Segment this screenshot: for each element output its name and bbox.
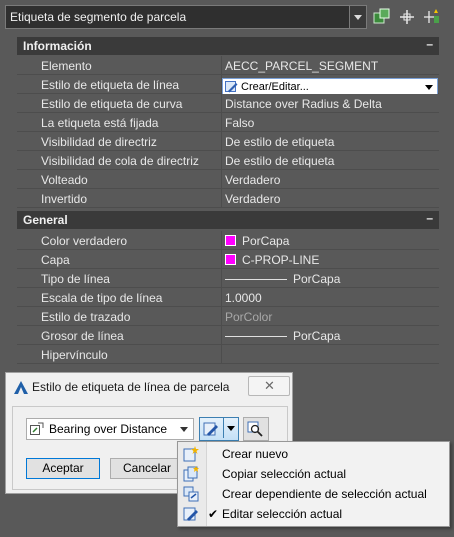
chevron-down-icon[interactable] — [349, 6, 366, 28]
line-label-style-dropdown[interactable]: Crear/Editar... — [222, 78, 438, 95]
checkmark-icon: ✔ — [208, 507, 219, 521]
property-name: La etiqueta está fijada — [41, 116, 159, 130]
property-row-label-pinned[interactable]: La etiqueta está fijada Falso — [17, 113, 439, 132]
property-value: C-PROP-LINE — [242, 253, 320, 267]
property-value: Distance over Radius & Delta — [225, 97, 382, 111]
edit-options-menu: Crear nuevo Copiar selección actual Crea… — [177, 441, 450, 527]
color-swatch — [225, 235, 236, 246]
preview-button[interactable] — [243, 417, 269, 441]
menu-item-label: Crear nuevo — [222, 447, 289, 461]
style-select[interactable]: Bearing over Distance — [26, 418, 194, 440]
property-value: PorCapa — [293, 272, 341, 286]
close-button[interactable]: ✕ — [248, 376, 290, 396]
property-value: 1.0000 — [225, 291, 262, 305]
section-title: General — [23, 213, 68, 227]
layer-color-swatch — [225, 254, 236, 265]
property-name: Capa — [41, 253, 70, 267]
property-name: Estilo de etiqueta de línea — [41, 78, 180, 92]
property-value: PorCapa — [242, 234, 290, 248]
property-row-reversed[interactable]: Invertido Verdadero — [17, 189, 439, 208]
menu-item-label: Copiar selección actual — [222, 467, 347, 481]
property-value: Verdadero — [225, 173, 281, 187]
property-row-leader-tail-visibility[interactable]: Visibilidad de cola de directriz De esti… — [17, 151, 439, 170]
magnifier-icon — [247, 421, 263, 437]
property-name: Tipo de línea — [41, 272, 110, 286]
property-row-curve-label-style[interactable]: Estilo de etiqueta de curva Distance ove… — [17, 94, 439, 113]
menu-item-edit-selection[interactable]: ✔ Editar selección actual — [178, 504, 449, 524]
property-name: Invertido — [41, 192, 88, 206]
collapse-icon[interactable]: – — [426, 211, 433, 225]
linetype-sample — [225, 279, 287, 280]
menu-item-create-child[interactable]: Crear dependiente de selección actual — [178, 484, 449, 504]
property-value: AECC_PARCEL_SEGMENT — [225, 59, 379, 73]
create-child-icon — [183, 486, 199, 502]
property-name: Color verdadero — [41, 234, 128, 248]
edit-style-icon — [225, 81, 238, 93]
edit-style-icon — [203, 422, 218, 436]
collapse-icon[interactable]: – — [426, 37, 433, 51]
label-style-icon — [30, 422, 44, 435]
property-value: PorColor — [225, 310, 273, 324]
chevron-down-icon[interactable] — [425, 85, 433, 90]
chevron-down-icon[interactable] — [180, 427, 188, 432]
edit-style-split-button[interactable] — [199, 417, 239, 441]
property-name: Elemento — [41, 59, 92, 73]
menu-item-label: Editar selección actual — [222, 507, 343, 521]
section-header-info[interactable]: Información – — [17, 37, 439, 55]
property-name: Estilo de etiqueta de curva — [41, 97, 183, 111]
property-name: Volteado — [41, 173, 88, 187]
property-row-hyperlink[interactable]: Hipervínculo — [17, 345, 439, 364]
property-row-linetype[interactable]: Tipo de línea PorCapa — [17, 269, 439, 288]
line-label-style-value: Crear/Editar... — [241, 81, 309, 93]
property-name: Estilo de trazado — [41, 310, 131, 324]
property-name: Escala de tipo de línea — [41, 291, 163, 305]
section-title: Información — [23, 39, 92, 53]
cancel-button[interactable]: Cancelar — [110, 458, 184, 479]
object-type-value: Etiqueta de segmento de parcela — [10, 10, 187, 24]
section-header-general[interactable]: General – — [17, 211, 439, 229]
property-row-true-color[interactable]: Color verdadero PorCapa — [17, 231, 439, 250]
copy-selection-icon — [183, 466, 199, 482]
property-row-layer[interactable]: Capa C-PROP-LINE — [17, 250, 439, 269]
pick-add-icon[interactable] — [398, 8, 416, 26]
menu-item-label: Crear dependiente de selección actual — [222, 487, 427, 501]
property-row-elemento: Elemento AECC_PARCEL_SEGMENT — [17, 56, 439, 75]
menu-item-create-new[interactable]: Crear nuevo — [178, 444, 449, 464]
select-objects-icon[interactable] — [373, 8, 391, 26]
style-select-value: Bearing over Distance — [49, 422, 168, 436]
property-row-plot-style: Estilo de trazado PorColor — [17, 307, 439, 326]
property-value: De estilo de etiqueta — [225, 135, 335, 149]
property-name: Grosor de línea — [41, 329, 124, 343]
edit-selection-icon — [183, 507, 198, 521]
accept-button[interactable]: Aceptar — [26, 458, 100, 479]
property-value: De estilo de etiqueta — [225, 154, 335, 168]
property-name: Visibilidad de cola de directriz — [41, 154, 199, 168]
dialog-title: Estilo de etiqueta de línea de parcela — [32, 380, 230, 394]
lineweight-sample — [225, 336, 287, 337]
property-value: Verdadero — [225, 192, 281, 206]
property-value: PorCapa — [293, 329, 341, 343]
property-row-lineweight[interactable]: Grosor de línea PorCapa — [17, 326, 439, 345]
object-type-select[interactable]: Etiqueta de segmento de parcela — [5, 5, 367, 29]
app-logo-icon — [14, 381, 28, 394]
property-row-flipped[interactable]: Volteado Verdadero — [17, 170, 439, 189]
close-icon: ✕ — [264, 378, 275, 393]
property-name: Hipervínculo — [41, 348, 108, 362]
property-name: Visibilidad de directriz — [41, 135, 157, 149]
property-row-linetype-scale[interactable]: Escala de tipo de línea 1.0000 — [17, 288, 439, 307]
property-row-leader-visibility[interactable]: Visibilidad de directriz De estilo de et… — [17, 132, 439, 151]
chevron-down-icon[interactable] — [227, 426, 235, 431]
property-value: Falso — [225, 116, 255, 130]
create-new-icon — [183, 446, 199, 462]
quick-select-icon[interactable] — [423, 8, 441, 26]
menu-item-copy-selection[interactable]: Copiar selección actual — [178, 464, 449, 484]
